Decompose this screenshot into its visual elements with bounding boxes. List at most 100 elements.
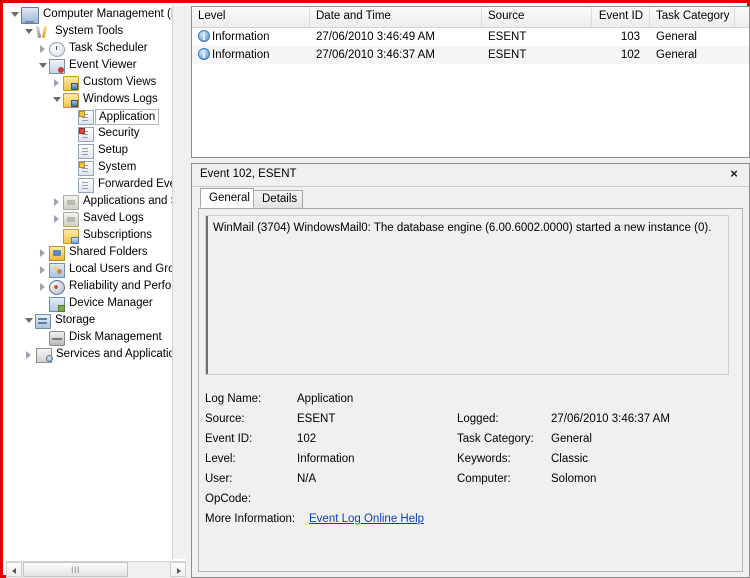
tree-item-applications-and-se[interactable]: Applications and Se	[6, 193, 172, 210]
tree-item-forwarded-event[interactable]: Forwarded Event	[6, 176, 172, 193]
field-value	[551, 389, 721, 409]
details-title: Event 102, ESENT	[200, 168, 297, 180]
tree-item-label: Services and Applications	[56, 348, 172, 360]
tree-item-windows-logs[interactable]: Windows Logs	[6, 91, 172, 108]
column-header-level[interactable]: Level	[192, 7, 310, 27]
log-icon	[78, 143, 94, 159]
disk-icon	[49, 331, 65, 346]
chevron-left-icon	[12, 568, 16, 574]
cell-task-category: General	[656, 49, 697, 61]
tree-horizontal-scrollbar[interactable]: III	[6, 561, 186, 578]
tree-item-label: Task Scheduler	[69, 42, 148, 54]
collapse-arrow-icon[interactable]	[24, 312, 35, 329]
tree-vertical-scrollbar[interactable]	[172, 6, 186, 559]
details-title-bar: Event 102, ESENT ×	[192, 164, 749, 187]
event-description-box[interactable]: WinMail (3704) WindowsMail0: The databas…	[205, 215, 729, 375]
field-value: Classic	[551, 453, 589, 465]
column-header-date-and-time[interactable]: Date and Time	[310, 7, 482, 27]
collapse-arrow-icon[interactable]	[52, 91, 63, 108]
expand-arrow-icon[interactable]	[24, 346, 35, 363]
column-header-task-category[interactable]: Task Category	[650, 7, 735, 27]
tree-scroll-left-button[interactable]	[6, 562, 22, 577]
tree-item-subscriptions[interactable]: Subscriptions	[6, 227, 172, 244]
field-value: Solomon	[551, 473, 597, 485]
event-description-text: WinMail (3704) WindowsMail0: The databas…	[213, 222, 712, 234]
tree-item-device-manager[interactable]: Device Manager	[6, 295, 172, 312]
details-tab-strip[interactable]: General Details	[200, 187, 749, 208]
tree-item-task-scheduler[interactable]: Task Scheduler	[6, 40, 172, 57]
close-icon[interactable]: ×	[725, 166, 743, 182]
collapse-arrow-icon[interactable]	[10, 6, 21, 23]
tree-item-saved-logs[interactable]: Saved Logs	[6, 210, 172, 227]
field-label: Source:	[205, 413, 245, 425]
users-icon	[49, 262, 65, 278]
cell-source: ESENT	[488, 49, 527, 61]
event-field-grid: Log Name: Application Source: ESENT Logged: 2…	[205, 389, 735, 529]
tree-item-label: Storage	[55, 314, 96, 326]
tab-details[interactable]: Details	[253, 190, 303, 208]
tree-item-label: Applications and Se	[83, 195, 172, 207]
console-tree[interactable]: Computer Management (Local System Tools Ta…	[6, 6, 172, 556]
subscriptions-icon	[63, 229, 79, 244]
tree-item-computer-management-local[interactable]: Computer Management (Local	[6, 6, 172, 24]
tree-item-local-users-and-groups[interactable]: Local Users and Groups	[6, 261, 172, 278]
column-header-source[interactable]: Source	[482, 7, 592, 27]
tree-item-system[interactable]: System	[6, 159, 172, 176]
tree-hscroll-thumb[interactable]: III	[23, 562, 128, 577]
tree-item-shared-folders[interactable]: Shared Folders	[6, 244, 172, 261]
tree-item-label: Disk Management	[69, 331, 162, 343]
event-details-pane: Event 102, ESENT × General Details WinMai…	[191, 163, 750, 578]
event-list-header[interactable]: Level Date and Time Source Event ID Task Cat…	[192, 7, 749, 28]
expand-arrow-icon[interactable]	[38, 278, 49, 295]
event-row[interactable]: Information 27/06/2010 3:46:49 AM ESENT 103…	[192, 28, 749, 46]
tab-general[interactable]: General	[200, 188, 254, 208]
tree-item-label: Device Manager	[69, 297, 153, 309]
expand-arrow-icon[interactable]	[52, 210, 63, 227]
scrollbar-grip-icon: III	[70, 564, 81, 575]
field-label: Computer:	[457, 473, 511, 485]
field-value: Information	[297, 453, 355, 465]
collapse-arrow-icon[interactable]	[24, 23, 35, 40]
tree-item-label: Computer Management (Local	[43, 8, 172, 20]
expand-arrow-icon[interactable]	[38, 261, 49, 278]
column-header-event-id[interactable]: Event ID	[592, 7, 650, 27]
tree-item-reliability-and-performa[interactable]: Reliability and Performa	[6, 278, 172, 295]
cell-task-category: General	[656, 31, 697, 43]
computer-icon	[21, 7, 39, 24]
folder-grey-icon	[63, 212, 79, 227]
expand-arrow-icon[interactable]	[52, 74, 63, 91]
event-log-online-help-link[interactable]: Event Log Online Help	[309, 509, 424, 529]
event-viewer-icon	[49, 58, 65, 74]
tree-item-custom-views[interactable]: Custom Views	[6, 74, 172, 91]
field-row: Event ID: 102 Task Category: General	[205, 429, 735, 449]
event-list-body[interactable]: Information 27/06/2010 3:46:49 AM ESENT 103…	[192, 28, 749, 64]
tree-scroll-right-button[interactable]	[170, 562, 186, 577]
field-value	[551, 489, 721, 509]
more-information-row: More Information: Event Log Online Help	[205, 509, 735, 529]
tree-item-label: System	[98, 161, 137, 173]
log-flag-icon	[78, 160, 94, 176]
tree-item-services-and-applications[interactable]: Services and Applications	[6, 346, 172, 363]
tree-item-system-tools[interactable]: System Tools	[6, 23, 172, 40]
field-label: Task Category:	[457, 433, 534, 445]
tree-item-setup[interactable]: Setup	[6, 142, 172, 159]
tree-item-security[interactable]: Security	[6, 125, 172, 142]
storage-icon	[35, 314, 51, 329]
expand-arrow-icon[interactable]	[38, 244, 49, 261]
tree-item-application[interactable]: Application	[6, 108, 172, 125]
event-row[interactable]: Information 27/06/2010 3:46:37 AM ESENT 102…	[192, 46, 749, 64]
collapse-arrow-icon[interactable]	[38, 57, 49, 74]
field-label: Event ID:	[205, 433, 253, 445]
tools-icon	[35, 25, 51, 40]
tree-item-label: Custom Views	[83, 76, 157, 88]
folder-blue-icon	[63, 93, 79, 108]
tree-item-disk-management[interactable]: Disk Management	[6, 329, 172, 346]
expand-arrow-icon[interactable]	[38, 40, 49, 57]
clock-icon	[49, 41, 65, 57]
chevron-right-icon	[177, 568, 181, 574]
expand-arrow-icon[interactable]	[52, 193, 63, 210]
tree-item-label: Saved Logs	[83, 212, 144, 224]
tree-item-storage[interactable]: Storage	[6, 312, 172, 329]
tree-item-event-viewer[interactable]: Event Viewer	[6, 57, 172, 74]
